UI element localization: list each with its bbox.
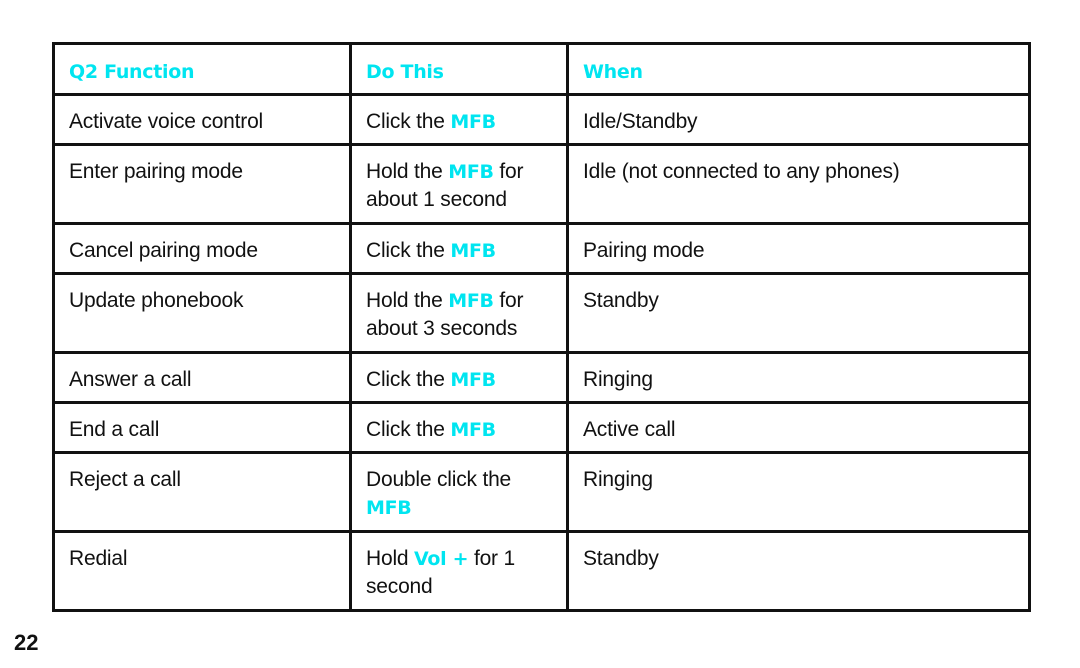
cell-do-this: Click the MFB bbox=[349, 222, 569, 275]
cell-function: Reject a call bbox=[52, 451, 352, 533]
key-label: MFB bbox=[450, 240, 496, 262]
table-row: Activate voice control Click the MFB Idl… bbox=[52, 93, 1031, 146]
cell-do-this: Double click the MFB bbox=[349, 451, 569, 533]
table-row: Redial Hold Vol + for 1 second Standby bbox=[52, 530, 1031, 612]
cell-do-this: Click the MFB bbox=[349, 351, 569, 404]
instruction-text: Double click the bbox=[366, 468, 512, 491]
cell-when: Standby bbox=[566, 272, 1031, 354]
cell-function: Redial bbox=[52, 530, 352, 612]
table-row: Enter pairing mode Hold the MFB for abou… bbox=[52, 143, 1031, 225]
instruction-text: Hold the bbox=[366, 160, 449, 183]
instruction-text: Click the bbox=[366, 418, 451, 441]
table-row: Update phonebook Hold the MFB for about … bbox=[52, 272, 1031, 354]
table-row: Reject a call Double click the MFB Ringi… bbox=[52, 451, 1031, 533]
cell-when: Active call bbox=[566, 401, 1031, 454]
table-row: End a call Click the MFB Active call bbox=[52, 401, 1031, 454]
header-when: When bbox=[566, 42, 1031, 96]
page-number: 22 bbox=[14, 630, 39, 655]
instruction-text: Hold bbox=[366, 547, 415, 570]
instruction-text: Hold the bbox=[366, 289, 449, 312]
cell-when: Idle (not connected to any phones) bbox=[566, 143, 1031, 225]
table-row: Cancel pairing mode Click the MFB Pairin… bbox=[52, 222, 1031, 275]
instruction-text: Click the bbox=[366, 110, 451, 133]
cell-function: Answer a call bbox=[52, 351, 352, 404]
cell-when: Pairing mode bbox=[566, 222, 1031, 275]
cell-do-this: Hold the MFB for about 1 second bbox=[349, 143, 569, 225]
table-row: Answer a call Click the MFB Ringing bbox=[52, 351, 1031, 404]
header-do-this: Do This bbox=[349, 42, 569, 96]
key-label: MFB bbox=[450, 369, 496, 391]
instruction-text: Click the bbox=[366, 239, 451, 262]
key-label: MFB bbox=[366, 497, 412, 519]
cell-when: Standby bbox=[566, 530, 1031, 612]
cell-function: Cancel pairing mode bbox=[52, 222, 352, 275]
cell-function: Enter pairing mode bbox=[52, 143, 352, 225]
cell-do-this: Click the MFB bbox=[349, 401, 569, 454]
cell-function: Activate voice control bbox=[52, 93, 352, 146]
cell-when: Ringing bbox=[566, 351, 1031, 404]
key-label: Vol + bbox=[414, 548, 469, 570]
cell-do-this: Hold Vol + for 1 second bbox=[349, 530, 569, 612]
key-label: MFB bbox=[448, 161, 494, 183]
table-header-row: Q2 Function Do This When bbox=[52, 42, 1031, 96]
function-table: Q2 Function Do This When Activate voice … bbox=[52, 42, 1031, 612]
cell-when: Ringing bbox=[566, 451, 1031, 533]
cell-when: Idle/Standby bbox=[566, 93, 1031, 146]
instruction-text: Click the bbox=[366, 368, 451, 391]
key-label: MFB bbox=[450, 419, 496, 441]
cell-function: End a call bbox=[52, 401, 352, 454]
cell-function: Update phonebook bbox=[52, 272, 352, 354]
cell-do-this: Click the MFB bbox=[349, 93, 569, 146]
key-label: MFB bbox=[448, 290, 494, 312]
key-label: MFB bbox=[450, 111, 496, 133]
cell-do-this: Hold the MFB for about 3 seconds bbox=[349, 272, 569, 354]
header-function: Q2 Function bbox=[52, 42, 352, 96]
